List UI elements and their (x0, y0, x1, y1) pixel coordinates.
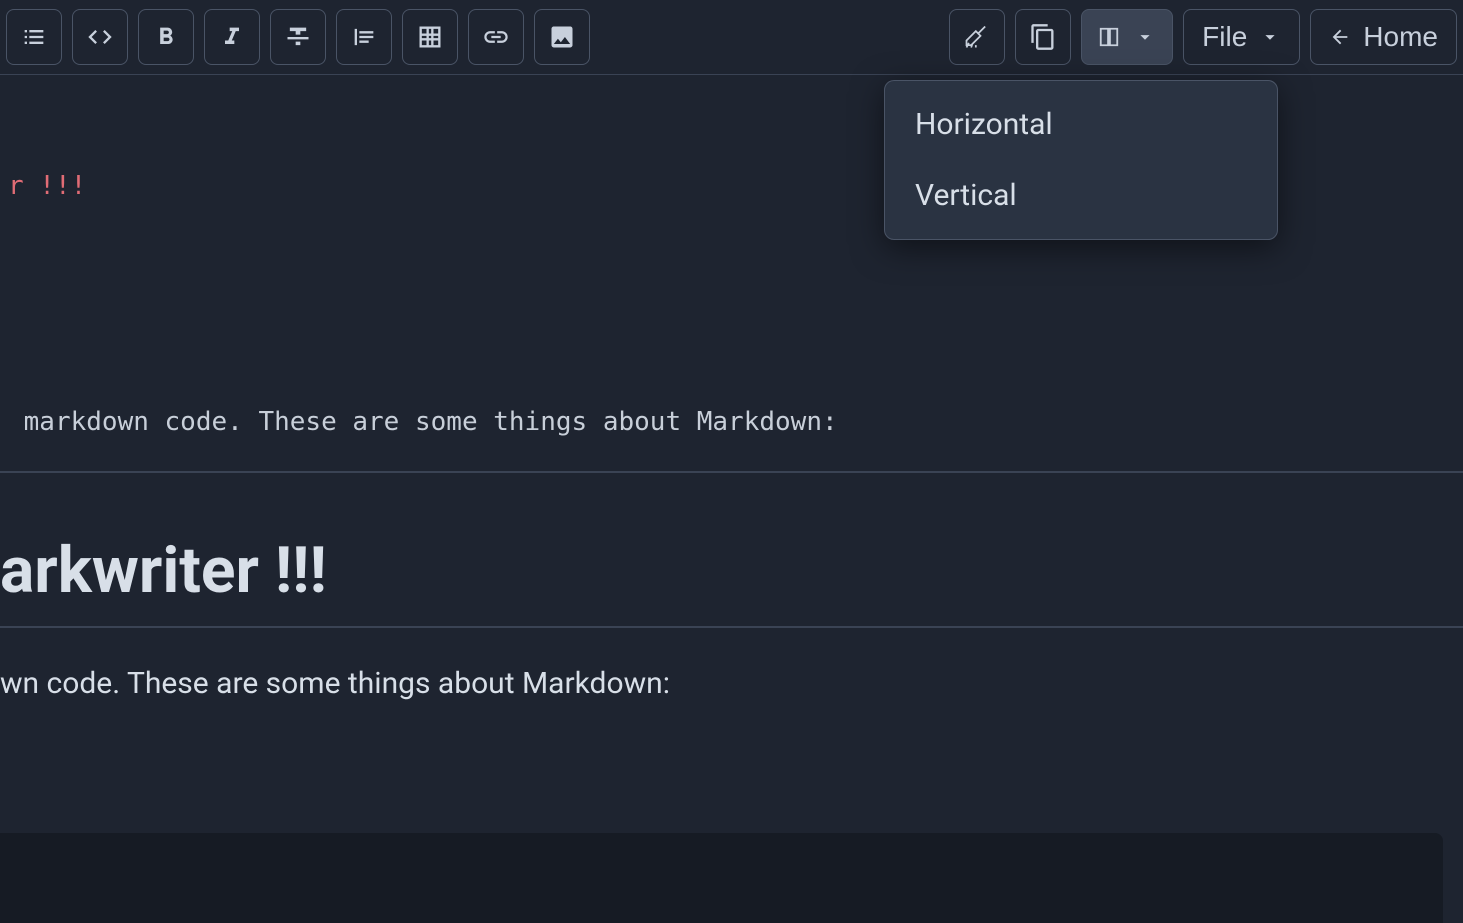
link-icon (482, 23, 510, 51)
broom-icon (963, 23, 991, 51)
chevron-down-icon (1259, 26, 1281, 48)
table-button[interactable] (402, 9, 458, 65)
preview-heading: arkwriter !!! (0, 533, 1463, 628)
preview-paragraph: wn code. These are some things about Mar… (0, 666, 1463, 701)
arrow-left-icon (1329, 26, 1351, 48)
strikethrough-button[interactable] (270, 9, 326, 65)
preview-pane: arkwriter !!! wn code. These are some th… (0, 473, 1463, 701)
list-button[interactable] (6, 9, 62, 65)
editor-text: r !!! (8, 171, 86, 201)
code-button[interactable] (72, 9, 128, 65)
italic-icon (218, 23, 246, 51)
layout-button[interactable] (1081, 9, 1173, 65)
dropdown-item-horizontal[interactable]: Horizontal (885, 89, 1277, 160)
file-label: File (1202, 21, 1247, 53)
home-button[interactable]: Home (1310, 9, 1457, 65)
copy-button[interactable] (1015, 9, 1071, 65)
layout-icon (1098, 26, 1120, 48)
clear-button[interactable] (949, 9, 1005, 65)
italic-button[interactable] (204, 9, 260, 65)
bold-button[interactable] (138, 9, 194, 65)
quote-button[interactable] (336, 9, 392, 65)
link-button[interactable] (468, 9, 524, 65)
copy-icon (1029, 23, 1057, 51)
list-icon (20, 23, 48, 51)
toolbar: File Home (0, 0, 1463, 75)
layout-dropdown: Horizontal Vertical (884, 80, 1278, 240)
code-icon (86, 23, 114, 51)
home-label: Home (1363, 21, 1438, 53)
image-icon (548, 23, 576, 51)
toolbar-group-actions: File (949, 9, 1300, 65)
dropdown-item-vertical[interactable]: Vertical (885, 160, 1277, 231)
editor-text: markdown code. These are some things abo… (8, 407, 838, 437)
quote-icon (350, 23, 378, 51)
strikethrough-icon (284, 23, 312, 51)
file-button[interactable]: File (1183, 9, 1300, 65)
chevron-down-icon (1134, 26, 1156, 48)
bold-icon (152, 23, 180, 51)
toolbar-group-format (6, 9, 590, 65)
table-icon (416, 23, 444, 51)
image-button[interactable] (534, 9, 590, 65)
